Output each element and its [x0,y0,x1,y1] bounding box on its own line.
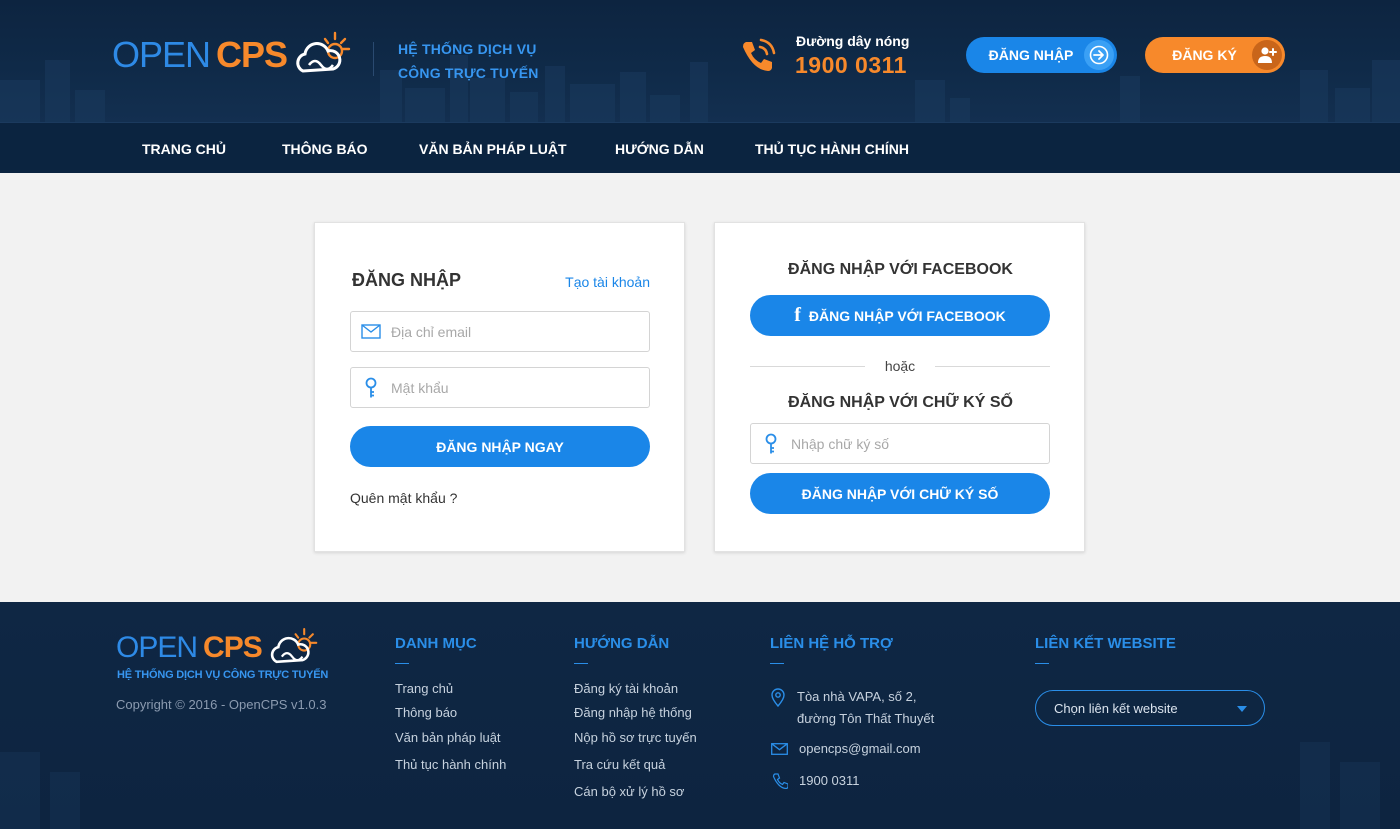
create-account-link[interactable]: Tạo tài khoản [565,274,650,290]
login-title: ĐĂNG NHẬP [352,270,462,290]
facebook-login-label: ĐĂNG NHẬP VỚI FACEBOOK [808,307,1006,324]
alternative-login-card: ĐĂNG NHẬP VỚI FACEBOOK f ĐĂNG NHẬP VỚI F… [714,222,1085,552]
login-now-button[interactable]: ĐĂNG NHẬP NGAY [350,426,650,467]
footer-logo[interactable]: OPEN CPS [116,627,318,669]
footer-address-line-2: đường Tôn Thất Thuyết [797,711,935,726]
main-nav: TRANG CHỦ THÔNG BÁO VĂN BẢN PHÁP LUẬT HƯ… [0,122,1400,173]
nav-item-home[interactable]: TRANG CHỦ [142,141,226,157]
nav-item-guide[interactable]: HƯỚNG DẪN [615,141,704,157]
login-card: ĐĂNG NHẬP Tạo tài khoản ĐĂNG NHẬP NGAY Q… [314,222,685,552]
key-icon [751,433,791,455]
footer-link-register-account[interactable]: Đăng ký tài khoản [574,681,678,696]
tagline-line-2: CÔNG TRỰC TUYẾN [398,65,539,81]
password-field[interactable] [350,367,650,408]
footer-email[interactable]: opencps@gmail.com [799,738,921,760]
logo-cps-text: CPS [216,34,288,75]
facebook-icon: f [794,304,801,326]
arrow-circle-right-icon [1084,40,1114,70]
copyright-text: Copyright © 2016 - OpenCPS v1.0.3 [116,697,327,712]
nav-item-legal-documents[interactable]: VĂN BẢN PHÁP LUẬT [419,141,567,157]
footer-link-procedures[interactable]: Thủ tục hành chính [395,757,506,772]
footer-logo-cps-text: CPS [203,631,263,664]
footer-link-system-login[interactable]: Đăng nhập hệ thống [574,705,692,720]
facebook-login-button[interactable]: f ĐĂNG NHẬP VỚI FACEBOOK [750,295,1050,336]
opencps-logo[interactable]: OPEN CPS [112,30,351,80]
cloud-sun-icon [296,31,351,73]
digital-signature-title: ĐĂNG NHẬP VỚI CHỮ KÝ SỐ [788,394,1013,411]
website-link-select-value: Chọn liên kết website [1054,700,1178,716]
header-login-button[interactable]: ĐĂNG NHẬP [966,37,1117,73]
cloud-sun-icon [270,628,318,664]
map-pin-icon [771,688,785,707]
footer-link-legal-documents[interactable]: Văn bản pháp luật [395,730,501,745]
phone-icon [772,773,788,789]
footer-category-title: DANH MỤC [395,635,477,664]
key-icon [351,377,391,399]
nav-item-procedures[interactable]: THỦ TỤC HÀNH CHÍNH [755,141,909,157]
site-tagline: HỆ THỐNG DỊCH VỤ CÔNG TRỰC TUYẾN [398,37,539,85]
footer-contact-title: LIÊN HỆ HỖ TRỢ [770,635,893,664]
website-link-select[interactable]: Chọn liên kết website [1035,690,1265,726]
tagline-line-1: HỆ THỐNG DỊCH VỤ [398,41,537,57]
password-input[interactable] [391,368,649,407]
or-divider: hoặc [750,357,1050,377]
nav-item-announcements[interactable]: THÔNG BÁO [282,141,368,157]
facebook-login-title: ĐĂNG NHẬP VỚI FACEBOOK [788,261,1013,278]
header-register-label: ĐĂNG KÝ [1172,47,1237,63]
phone-ring-icon [743,38,776,71]
envelope-icon [351,324,391,339]
email-field[interactable] [350,311,650,352]
footer-link-officer-processing[interactable]: Cán bộ xử lý hồ sơ [574,784,684,799]
envelope-icon [771,743,788,755]
footer-tagline: HỆ THỐNG DỊCH VỤ CÔNG TRỰC TUYẾN [117,669,329,681]
footer-guide-title: HƯỚNG DẪN [574,635,670,664]
hotline-label: Đường dây nóng [796,33,910,49]
header-login-label: ĐĂNG NHẬP [988,47,1074,63]
digital-signature-login-button[interactable]: ĐĂNG NHẬP VỚI CHỮ KÝ SỐ [750,473,1050,514]
site-header: OPEN CPS HỆ THỐNG DỊCH VỤ CÔNG TRỰC TUYẾ… [0,0,1400,122]
header-divider [373,42,374,76]
email-input[interactable] [391,312,649,351]
footer-links-title: LIÊN KẾT WEBSITE [1035,635,1176,664]
or-text: hoặc [884,358,916,374]
footer-phone[interactable]: 1900 0311 [799,770,860,792]
footer-link-lookup-results[interactable]: Tra cứu kết quả [574,757,665,772]
footer-logo-open-text: OPEN [116,631,198,664]
digital-signature-field[interactable] [750,423,1050,464]
footer-address-line-1: Tòa nhà VAPA, số 2, [797,689,917,704]
footer-link-home[interactable]: Trang chủ [395,681,453,696]
hotline-number[interactable]: 1900 0311 [795,52,907,79]
footer-link-announcements[interactable]: Thông báo [395,705,457,720]
caret-down-icon [1237,706,1247,712]
forgot-password-link[interactable]: Quên mật khẩu ? [350,490,457,506]
add-user-icon [1252,40,1282,70]
footer-link-online-submission[interactable]: Nộp hồ sơ trực tuyến [574,730,697,745]
digital-signature-input[interactable] [791,424,1049,463]
site-footer: OPEN CPS HỆ THỐNG DỊCH VỤ CÔNG TRỰC TUYẾ… [0,602,1400,829]
header-register-button[interactable]: ĐĂNG KÝ [1145,37,1285,73]
logo-open-text: OPEN [112,34,211,75]
footer-address: Tòa nhà VAPA, số 2, đường Tôn Thất Thuyế… [797,686,934,730]
